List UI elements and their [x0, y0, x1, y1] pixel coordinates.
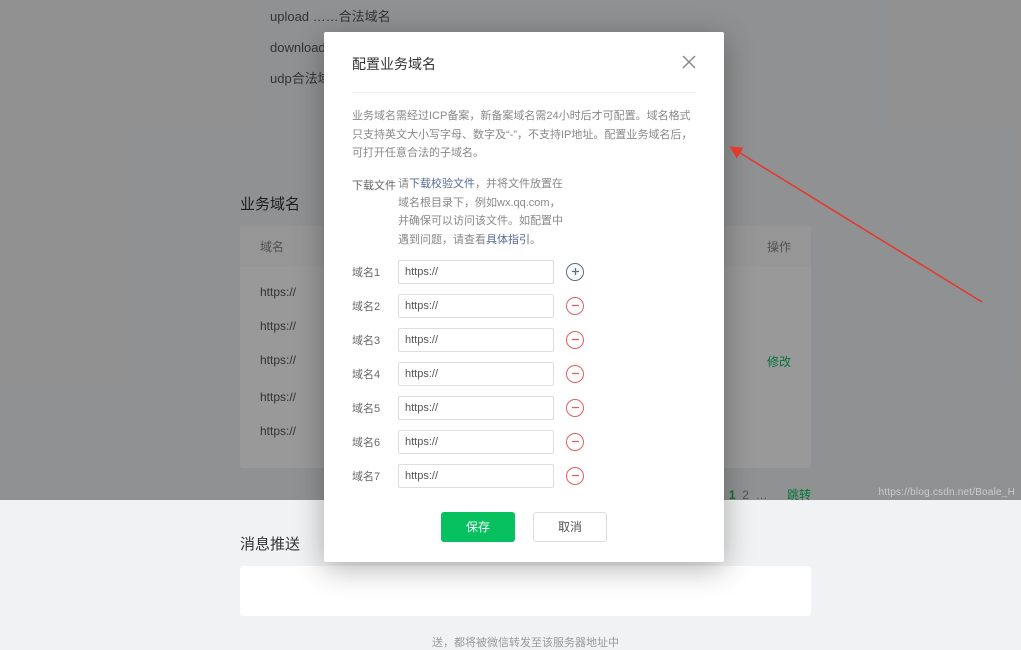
- domain-label: 域名1: [352, 264, 398, 280]
- domain-row: 域名3: [352, 328, 696, 352]
- config-domain-modal: 配置业务域名 业务域名需经过ICP备案，新备案域名需24小时后才可配置。域名格式…: [324, 32, 724, 562]
- domain-row: 域名6: [352, 430, 696, 454]
- modal-tip-text: 业务域名需经过ICP备案，新备案域名需24小时后才可配置。域名格式只支持英文大小…: [352, 107, 696, 163]
- remove-domain-icon[interactable]: [566, 331, 584, 349]
- domain-input[interactable]: [398, 430, 554, 454]
- domain-row: 域名7: [352, 464, 696, 488]
- domain-row: 域名1: [352, 260, 696, 284]
- bg-subline: 送，都将被微信转发至该服务器地址中: [240, 634, 811, 650]
- add-domain-icon[interactable]: [566, 263, 584, 281]
- domain-label: 域名2: [352, 298, 398, 314]
- domain-input[interactable]: [398, 362, 554, 386]
- domain-input[interactable]: [398, 294, 554, 318]
- remove-domain-icon[interactable]: [566, 365, 584, 383]
- watermark-text: https://blog.csdn.net/Boale_H: [879, 487, 1015, 498]
- download-desc: 请下载校验文件，并将文件放置在域名根目录下，例如wx.qq.com，并确保可以访…: [398, 175, 568, 250]
- domain-input[interactable]: [398, 464, 554, 488]
- remove-domain-icon[interactable]: [566, 467, 584, 485]
- remove-domain-icon[interactable]: [566, 433, 584, 451]
- domain-input[interactable]: [398, 260, 554, 284]
- domain-label: 域名6: [352, 434, 398, 450]
- guide-link[interactable]: 具体指引: [486, 234, 530, 246]
- domain-input[interactable]: [398, 396, 554, 420]
- remove-domain-icon[interactable]: [566, 297, 584, 315]
- domain-row: 域名4: [352, 362, 696, 386]
- domain-input[interactable]: [398, 328, 554, 352]
- domain-label: 域名5: [352, 400, 398, 416]
- modal-title: 配置业务域名: [352, 54, 436, 74]
- domain-row: 域名5: [352, 396, 696, 420]
- remove-domain-icon[interactable]: [566, 399, 584, 417]
- download-label: 下载文件: [352, 175, 398, 193]
- cancel-button[interactable]: 取消: [533, 512, 607, 542]
- domain-row: 域名2: [352, 294, 696, 318]
- domain-label: 域名4: [352, 366, 398, 382]
- domain-label: 域名7: [352, 468, 398, 484]
- close-icon[interactable]: [682, 55, 696, 74]
- domain-label: 域名3: [352, 332, 398, 348]
- download-verify-file-link[interactable]: 下载校验文件: [409, 178, 475, 190]
- save-button[interactable]: 保存: [441, 512, 515, 542]
